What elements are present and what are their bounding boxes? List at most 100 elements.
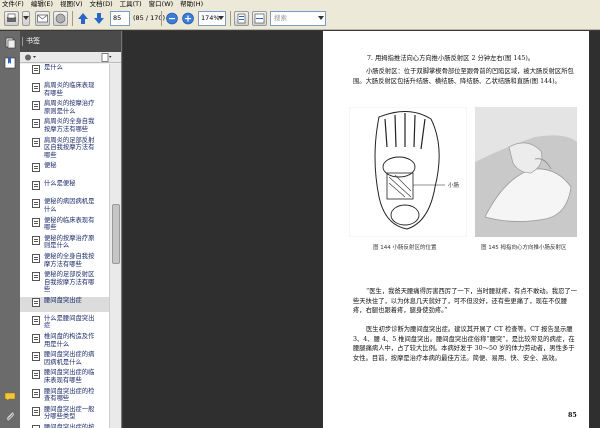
bookmark-label: 腰间盘突出症 <box>44 296 82 304</box>
print-button[interactable] <box>4 11 19 26</box>
menu-item[interactable]: 工具(T) <box>120 0 142 9</box>
print-dropdown-button[interactable] <box>22 11 30 26</box>
menu-item[interactable]: 文件(F) <box>2 0 24 9</box>
bookmark-label: 便秘的临床表现有 哪些 <box>44 216 95 232</box>
previous-page-button[interactable] <box>76 11 90 26</box>
bookmark-page-icon <box>32 65 40 74</box>
bookmark-label: 腰间盘突出症一般 分哪些类型 <box>44 405 95 421</box>
printer-icon <box>7 13 16 22</box>
panel-header: 书签 <box>20 31 121 52</box>
step-heading: 7. 用拇指推法向心方向推小肠反射区 2 分钟左右(图 145)。 <box>367 55 535 62</box>
comments-icon[interactable] <box>4 391 16 403</box>
bookmark-item[interactable]: 腰间盘突出症的按 <box>20 424 110 428</box>
page-number-input[interactable]: 85 <box>110 11 130 26</box>
minus-circle-icon <box>166 12 178 25</box>
bookmark-page-icon <box>32 370 40 380</box>
envelope-icon <box>37 14 48 23</box>
fit-width-button[interactable] <box>252 11 267 26</box>
next-page-button[interactable] <box>92 11 106 26</box>
fit-page-icon <box>237 13 246 24</box>
zoom-out-button[interactable] <box>165 11 179 26</box>
bookmark-item[interactable]: 腰间盘突出症一般 分哪些类型 <box>20 406 110 421</box>
menu-item[interactable]: 编辑(E) <box>31 0 53 9</box>
bookmark-page-icon <box>32 352 40 362</box>
bookmark-page-icon <box>32 181 40 191</box>
bookmark-item[interactable]: 什么是腰间盘突出 症 <box>20 315 110 330</box>
bookmark-page-icon <box>32 235 40 245</box>
bookmark-item[interactable]: 椎间盘的构造及作 用是什么 <box>20 333 110 348</box>
bookmark-label: 肩周炎的全身自我 按摩方法有哪些 <box>44 118 95 133</box>
chevron-down-icon <box>23 16 29 20</box>
secure-button[interactable] <box>53 11 68 26</box>
paragraph: 医生初步诊断为腰间盘突出症。建议其开展了 CT 检查等。CT 报告显示腰 3、4… <box>353 326 575 362</box>
bookmark-page-icon <box>32 388 40 398</box>
arrow-up-icon <box>78 13 88 24</box>
panel-title: 书签 <box>26 37 40 45</box>
bookmark-label: 便秘 <box>44 162 57 170</box>
bookmark-item[interactable]: 便秘的按摩治疗原 则是什么 <box>20 235 110 250</box>
bookmark-item[interactable]: 便秘的临床表现有 哪些 <box>20 217 110 232</box>
bookmarks-icon[interactable] <box>4 57 16 69</box>
grip-icon[interactable] <box>21 37 25 46</box>
bookmark-label: 便秘的病因病机是 什么 <box>44 198 95 213</box>
bookmark-label: 便秘的按摩治疗原 则是什么 <box>44 234 95 250</box>
bookmark-item[interactable]: 腰间盘突出症的病 因病机是什么 <box>20 351 110 366</box>
bookmark-label: 肩周炎的临床表现 有哪些 <box>44 82 95 97</box>
menu-item[interactable]: 帮助(H) <box>180 0 203 9</box>
menu-item[interactable]: 文档(D) <box>90 0 113 9</box>
bookmark-label: 肩周炎的足部反射 区自我按摩方法有 哪些 <box>44 136 95 159</box>
menu-bar: 文件(F) 编辑(E) 视图(V) 文档(D) 工具(T) 窗口(W) 帮助(H) <box>0 0 600 9</box>
bookmark-item[interactable]: 便秘的足部反射区 自我按摩方法有哪 些 <box>20 271 110 294</box>
bookmark-label: 便秘的足部反射区 自我按摩方法有哪 些 <box>44 271 95 294</box>
navigation-rail <box>0 31 20 428</box>
chevron-down-icon <box>318 16 324 20</box>
search-placeholder: 搜索 <box>274 14 287 22</box>
bookmark-page-icon <box>32 119 40 129</box>
bookmark-page-icon <box>32 334 40 344</box>
bookmark-item[interactable]: 什么是便秘 <box>20 180 110 195</box>
plus-circle-icon <box>182 12 194 25</box>
bookmark-item[interactable]: 腰间盘突出症 <box>20 296 110 312</box>
bookmark-item[interactable]: 便秘的全身自我按 摩方法有哪些 <box>20 253 110 268</box>
bookmark-label: 腰间盘突出症的按 <box>44 424 95 428</box>
shield-icon <box>55 13 66 24</box>
bookmark-item[interactable]: 腰间盘突出症的临 床表现有哪些 <box>20 369 110 384</box>
bookmark-item[interactable]: 肩周炎的临床表现 有哪些 <box>20 82 110 97</box>
new-bookmark-icon[interactable] <box>100 53 112 62</box>
bookmark-label: 腰间盘突出症的病 因病机是什么 <box>44 351 95 366</box>
options-icon[interactable] <box>24 53 38 62</box>
attachment-icon[interactable] <box>4 411 16 423</box>
bookmark-page-icon <box>32 137 40 147</box>
foot-massage-photo <box>475 107 577 237</box>
bookmark-item[interactable]: 是什么 <box>20 64 110 79</box>
bookmark-page-icon <box>32 101 40 111</box>
bookmark-page-icon <box>32 83 40 92</box>
bookmark-list: 是什么肩周炎的临床表现 有哪些肩周炎的按摩治疗 原则是什么肩周炎的全身自我 按摩… <box>20 64 110 428</box>
zoom-select[interactable]: 174% <box>198 11 226 26</box>
bookmark-scrollbar[interactable] <box>109 64 121 428</box>
bookmark-item[interactable]: 肩周炎的全身自我 按摩方法有哪些 <box>20 118 110 133</box>
page-number: 85 <box>568 412 577 419</box>
bookmark-item[interactable]: 便秘的病因病机是 什么 <box>20 198 110 213</box>
fit-page-button[interactable] <box>234 11 249 26</box>
mail-button[interactable] <box>35 11 50 26</box>
menu-item[interactable]: 窗口(W) <box>149 0 174 9</box>
search-input[interactable]: 搜索 <box>270 11 326 26</box>
toolbar-separator <box>230 11 231 26</box>
bookmark-label: 便秘的全身自我按 摩方法有哪些 <box>44 252 95 268</box>
figure-callout: 小肠 <box>448 183 460 189</box>
bookmark-page-icon <box>32 199 40 209</box>
toolbar-separator <box>72 11 73 26</box>
bookmark-label: 什么是腰间盘突出 症 <box>44 314 95 330</box>
scrollbar-thumb[interactable] <box>112 204 120 264</box>
bookmark-item[interactable]: 腰间盘突出症的检 查有哪些 <box>20 388 110 403</box>
zoom-value: 174% <box>201 14 220 22</box>
toolbar: 85 (85 / 170) 174% 搜索 <box>0 9 600 30</box>
zoom-in-button[interactable] <box>181 11 195 26</box>
pages-icon[interactable] <box>4 37 16 49</box>
bookmark-item[interactable]: 肩周炎的按摩治疗 原则是什么 <box>20 100 110 115</box>
bookmark-item[interactable]: 便秘 <box>20 162 110 177</box>
bookmark-item[interactable]: 肩周炎的足部反射 区自我按摩方法有 哪些 <box>20 137 110 160</box>
bookmark-page-icon <box>32 253 40 263</box>
menu-item[interactable]: 视图(V) <box>60 0 83 9</box>
